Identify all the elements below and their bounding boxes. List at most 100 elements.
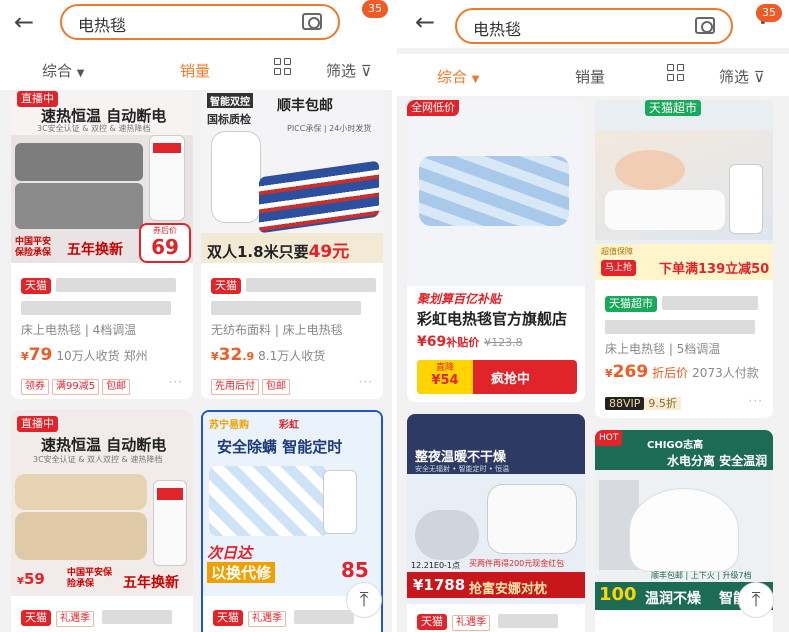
notification-badge: 35 — [362, 0, 388, 18]
suning-brand: 苏宁易购 — [209, 420, 249, 431]
sort-composite[interactable]: 综合 ▼ — [437, 66, 480, 87]
blurred-title — [498, 613, 559, 628]
price: ¥269 折后价 2073人付款 — [605, 362, 759, 382]
sort-bar: 综合 ▼ 销量 筛选 ⊽ — [0, 48, 392, 90]
juhuasuan-title: 聚划算百亿补贴 — [417, 292, 502, 306]
gift-season-chip: 礼遇季 — [56, 611, 95, 627]
tmall-tag: 天猫 — [21, 610, 51, 626]
warranty-text: 五年换新 — [123, 575, 179, 591]
price-overlay: ¥1788 — [413, 576, 466, 594]
camera-icon[interactable] — [695, 17, 715, 34]
product-card[interactable]: 直播中 速热恒温 自动断电 3C安全认证 & 双控 & 速热降档 中国平安保险承… — [11, 91, 193, 399]
search-input[interactable]: 电热毯 — [455, 8, 733, 44]
grid-view-icon[interactable] — [274, 58, 292, 76]
next-day-delivery: 次日达 — [207, 544, 253, 562]
image-bottom-text: 双人1.8米只要49元 — [207, 242, 350, 262]
sort-bar: 综合 ▼ 销量 筛选 ⊽ — [397, 54, 789, 96]
notification-badge: 35 — [756, 4, 782, 22]
title-row: 天猫 礼遇季 — [21, 606, 173, 627]
product-card[interactable]: 全网低价 聚划算百亿补贴 彩虹电热毯官方旗舰店 ¥69补贴价 ¥123.8 直降… — [407, 100, 585, 402]
sort-sales[interactable]: 销量 — [575, 66, 605, 87]
blurred-title — [662, 295, 759, 310]
tmall-tag: 天猫 — [213, 610, 243, 626]
price: ¥32.9 8.1万人收货 — [211, 345, 326, 365]
filter-button[interactable]: 筛选 ⊽ — [719, 66, 765, 87]
bottom-number: 100 — [599, 584, 637, 605]
title-row: 天猫 — [21, 274, 177, 294]
title-row: 天猫 — [211, 274, 377, 294]
blurred-title — [246, 277, 377, 292]
left-results-panel: ← 电热毯 ⋮ 35 综合 ▼ 销量 筛选 ⊽ 直播中 速热恒温 自动断电 3C… — [0, 0, 392, 632]
product-image: 直播中 速热恒温 自动断电 3C安全认证 & 双人双控 & 速热降档 ¥59 中… — [11, 410, 193, 596]
rainbow-brand: 彩虹 — [279, 420, 299, 431]
pay-later-chip: 先用后付 — [211, 379, 259, 395]
sf-free-shipping: 顺丰包邮 — [277, 98, 333, 114]
coupon-chip[interactable]: 领券 — [21, 379, 49, 395]
title-row: 天猫 礼遇季 — [213, 606, 355, 627]
blurred-title — [605, 319, 755, 334]
feature-text: 顺丰包邮 | 上下火 | 升级7档 — [651, 571, 752, 580]
price: ¥79 10万人收货 郑州 — [21, 345, 148, 365]
subsidy-price: ¥69补贴价 ¥123.8 — [417, 334, 523, 350]
discount-chip: 满99减5 — [52, 379, 100, 395]
more-options-icon[interactable]: ··· — [169, 375, 183, 389]
top-bar: ← 电热毯 ⋮ 35 — [0, 0, 392, 48]
product-image: 智能双控 国标质检 顺丰包邮 PICC承保 | 24小时发货 双人1.8米只要4… — [201, 91, 383, 263]
image-subline: 3C安全认证 & 双人双控 & 速热降档 — [33, 455, 163, 464]
more-options-icon[interactable]: ··· — [749, 394, 763, 408]
product-image: 整夜温暖不干燥 安全无辐射 • 智能定时 • 恒温 12.21E0-1点 买两件… — [407, 414, 585, 604]
blurred-title — [21, 300, 171, 315]
tmall-supermarket-tag: 天猫超市 — [605, 296, 657, 312]
search-query: 电热毯 — [78, 16, 127, 35]
image-headline: 速热恒温 自动断电 — [41, 436, 167, 454]
attribute-text: 床上电热毯 | 4档调温 — [21, 323, 137, 337]
insurance-tag: 中国平安保险承保 — [67, 568, 113, 589]
replace-promo: 以换代修 — [207, 562, 276, 583]
blurred-title — [102, 609, 173, 624]
vip-badge: 88VIP — [605, 397, 645, 410]
filter-icon: ⊽ — [753, 68, 765, 86]
free-shipping-chip: 包邮 — [262, 379, 290, 395]
sort-sales[interactable]: 销量 — [180, 60, 210, 81]
product-card[interactable]: 智能双控 国标质检 顺丰包邮 PICC承保 | 24小时发货 双人1.8米只要4… — [201, 91, 383, 399]
back-arrow-icon[interactable]: ← — [14, 8, 34, 36]
filter-icon: ⊽ — [360, 62, 372, 80]
grid-view-icon[interactable] — [667, 64, 685, 82]
product-image: HOT CHIGO志高 水电分离 安全温润 顺丰包邮 | 上下火 | 升级7档 … — [595, 430, 773, 610]
hot-badge: HOT — [595, 430, 623, 446]
live-badge: 直播中 — [17, 416, 58, 432]
back-arrow-icon[interactable]: ← — [415, 8, 435, 36]
lowest-price-badge: 全网低价 — [407, 100, 459, 116]
back-to-top-button[interactable]: ⤒ — [738, 582, 774, 618]
warranty-text: 五年换新 — [67, 242, 123, 258]
gift-season-chip: 礼遇季 — [452, 615, 491, 631]
picc-text: PICC承保 | 24小时发货 — [287, 124, 372, 133]
tmall-tag: 天猫 — [21, 278, 51, 294]
top-bar: ← 电热毯 ⋮ 35 — [397, 0, 789, 48]
price-overlay: 85 — [341, 558, 369, 582]
deal-text: 买两件再得200元现金红包 — [469, 559, 565, 568]
shop-name: 彩虹电热毯官方旗舰店 — [417, 310, 568, 328]
product-card[interactable]: 整夜温暖不干燥 安全无辐射 • 智能定时 • 恒温 12.21E0-1点 买两件… — [407, 414, 585, 632]
image-headline: 整夜温暖不干燥 — [415, 450, 507, 465]
promo-strip: 超值保障 马上抢 下单满139立减50 — [595, 244, 773, 280]
search-input[interactable]: 电热毯 — [60, 4, 340, 40]
cta-text: 抢富安娜对枕 — [469, 582, 548, 597]
more-options-icon[interactable]: ··· — [359, 375, 373, 389]
price-overlay: ¥59 — [17, 570, 45, 588]
price-tag: 券后价 69 — [139, 223, 191, 263]
chips-row: 领券 满99减5 包邮 — [21, 374, 133, 395]
filter-button[interactable]: 筛选 ⊽ — [326, 60, 372, 81]
rush-banner[interactable]: 直降 ¥54 疯抢中 — [417, 360, 577, 394]
tmall-tag: 天猫 — [211, 278, 241, 294]
gift-season-chip: 礼遇季 — [248, 611, 287, 627]
product-card[interactable]: 直播中 速热恒温 自动断电 3C安全认证 & 双人双控 & 速热降档 ¥59 中… — [11, 410, 193, 632]
image-subline: 3C安全认证 & 双控 & 速热降档 — [37, 124, 151, 133]
bottom-text: 温润不燥 — [645, 591, 701, 607]
sort-composite[interactable]: 综合 ▼ — [42, 60, 85, 81]
camera-icon[interactable] — [302, 13, 322, 30]
product-card[interactable]: 天猫超市 超值保障 马上抢 下单满139立减50 天猫超市 床上电热毯 | 5档… — [595, 100, 773, 418]
chigo-brand: CHIGO志高 — [647, 440, 704, 451]
back-to-top-button[interactable]: ⤒ — [346, 582, 382, 618]
tmall-supermarket-label: 天猫超市 — [645, 100, 702, 116]
